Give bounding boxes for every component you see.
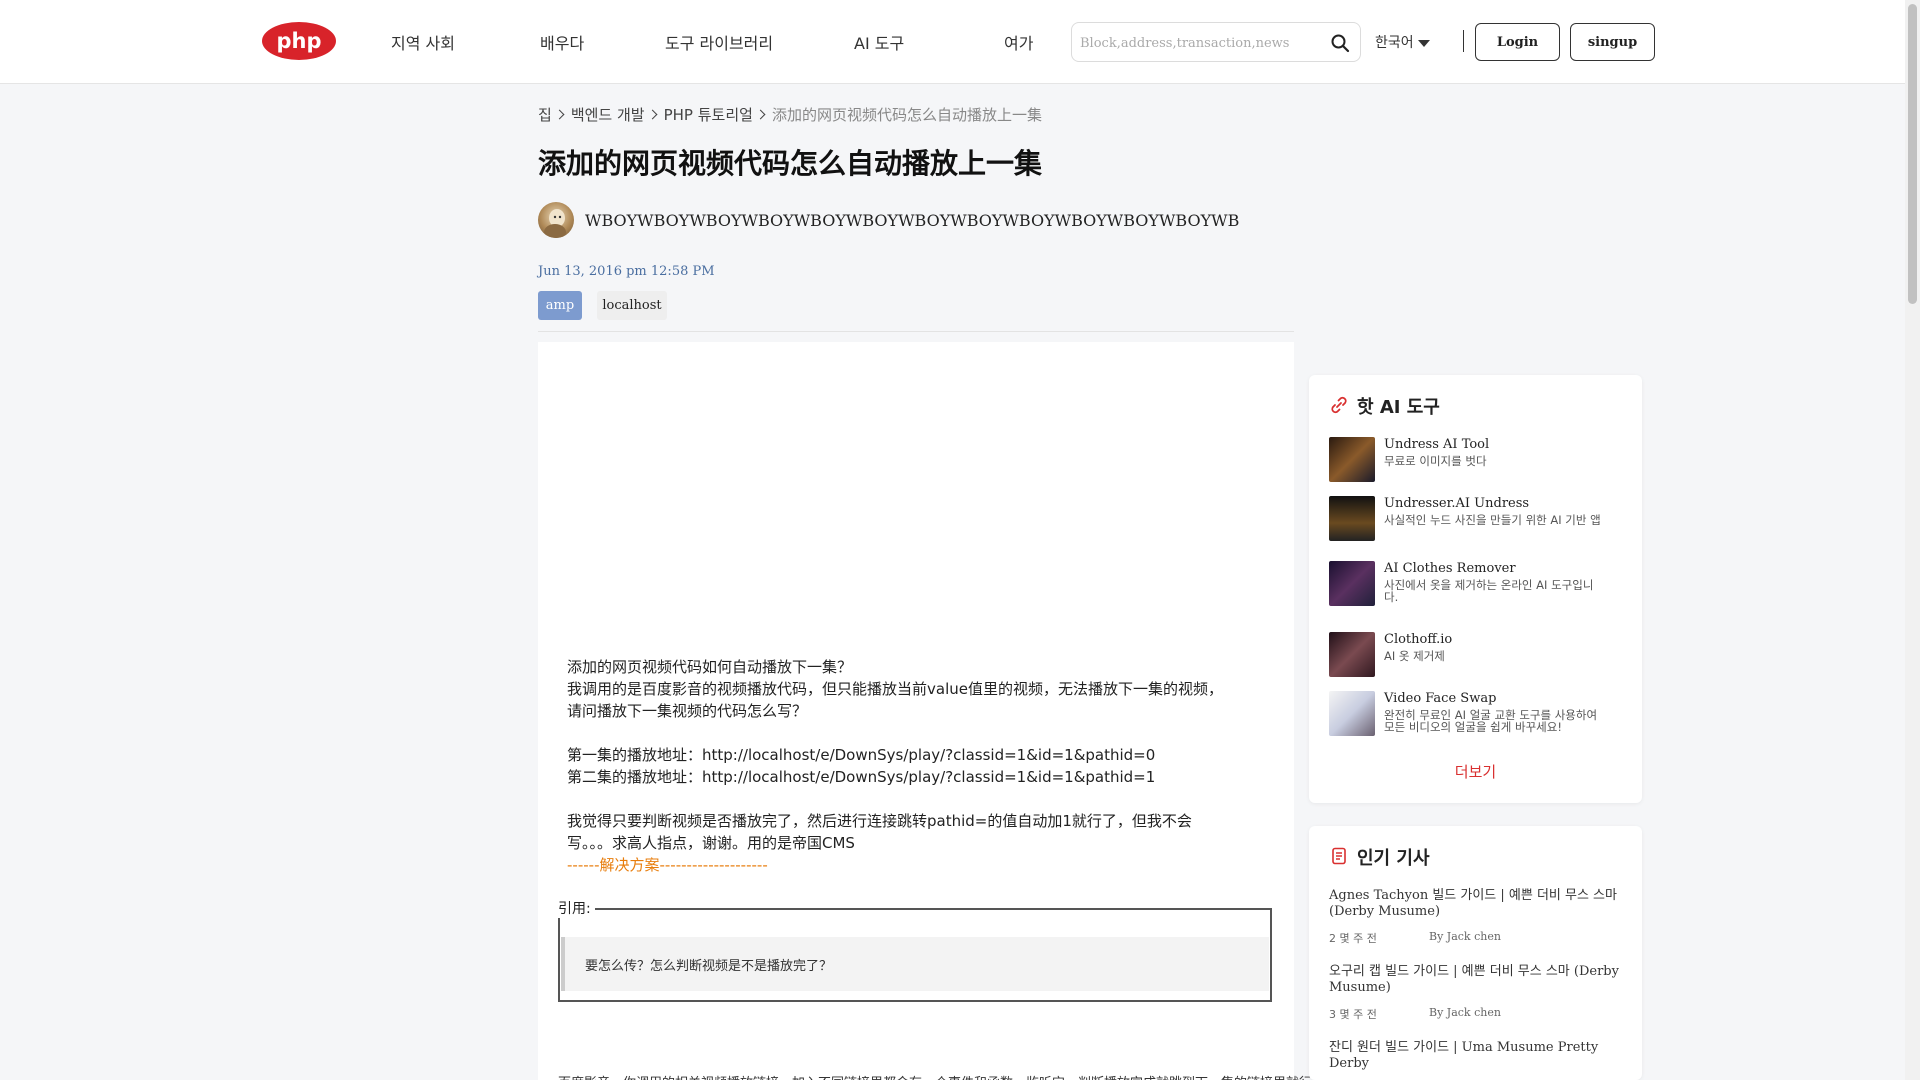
body-line: 我觉得只要判断视频是否播放完了，然后进行连接跳转pathid=的值自动加1就行了… (567, 812, 1192, 830)
tool-desc: AI 옷 제거제 (1384, 650, 1445, 662)
breadcrumb-current: 添加的网页视频代码怎么自动播放上一集 (771, 106, 1042, 124)
article-title: 오구리 캡 빌드 가이드 | 예쁜 더비 무스 스마 (Derby Musume… (1329, 964, 1619, 995)
author-avatar[interactable] (538, 202, 574, 238)
body-line: 写。。。求高人指点，谢谢。用的是帝国CMS (567, 834, 855, 852)
article-meta: 3 몇 주 전 By Jack chen (1329, 1006, 1624, 1022)
panel-title: 인기 기사 (1357, 848, 1430, 869)
tool-name: Undress AI Tool (1384, 437, 1490, 452)
body-line (567, 788, 1267, 810)
article-time: 2 몇 주 전 (1329, 932, 1377, 945)
search-icon[interactable] (1330, 33, 1350, 53)
nav-leisure[interactable]: 여가 (1004, 30, 1033, 54)
breadcrumb-backend[interactable]: 백엔드 개발 (571, 104, 645, 125)
nav-tool-library[interactable]: 도구 라이브러리 (665, 30, 773, 54)
tool-desc: 무료로 이미지를 벗다 (1384, 455, 1487, 467)
author-name[interactable]: WBOYWBOYWBOYWBOYWBOYWBOYWBOYWBOYWBOYWBOY… (585, 211, 1239, 230)
article-title: Agnes Tachyon 빌드 가이드 | 예쁜 더비 무스 스마 (Derb… (1329, 888, 1617, 919)
article-body: 添加的网页视频代码如何自动播放下一集？ 我调用的是百度影音的视频播放代码，但只能… (538, 342, 1325, 1080)
login-button[interactable]: Login (1475, 23, 1560, 61)
tag-localhost[interactable]: localhost (597, 291, 667, 320)
tool-item[interactable]: Undress AI Tool 무료로 이미지를 벗다 (1329, 437, 1624, 487)
tool-name: Undresser.AI Undress (1384, 496, 1530, 511)
link-icon (1331, 396, 1347, 414)
tool-item[interactable]: Video Face Swap 완전히 무료인 AI 얼굴 교환 도구를 사용하… (1329, 691, 1624, 741)
body-line: 第一集的播放地址：http://localhost/e/DownSys/play… (567, 746, 1156, 764)
tool-name: Clothoff.io (1384, 632, 1453, 647)
tool-thumbnail (1329, 632, 1375, 677)
nav-learn[interactable]: 배우다 (540, 30, 584, 54)
body-line: 第二集的播放地址：http://localhost/e/DownSys/play… (567, 768, 1156, 786)
article-author: By Jack chen (1429, 1006, 1501, 1019)
signup-button[interactable]: singup (1570, 23, 1655, 61)
publish-date: Jun 13, 2016 pm 12:58 PM (538, 264, 715, 279)
panel-title: 핫 AI 도구 (1357, 397, 1440, 418)
document-icon (1332, 847, 1346, 865)
body-line (567, 722, 1267, 744)
body-line: 添加的网页视频代码如何自动播放下一集？ (567, 658, 853, 676)
chevron-right-icon (554, 109, 565, 120)
page-title: 添加的网页视频代码怎么自动播放上一集 (538, 147, 1043, 180)
nav-community[interactable]: 지역 사회 (391, 30, 455, 54)
solution-divider: ------解决方案-------------------- (567, 856, 768, 874)
chevron-right-icon (647, 109, 658, 120)
logo-text: php (276, 29, 321, 53)
tool-desc: 사실적인 누드 사진을 만들기 위한 AI 기반 앱 (1384, 514, 1601, 526)
php-logo[interactable]: php (262, 22, 336, 60)
tool-thumbnail (1329, 437, 1375, 482)
popular-articles-panel: 인기 기사 Agnes Tachyon 빌드 가이드 | 예쁜 더비 무스 스마… (1309, 826, 1642, 1080)
tool-item[interactable]: Clothoff.io AI 옷 제거제 (1329, 632, 1624, 682)
quote-label: 引用: (558, 898, 595, 918)
avatar-image-icon (544, 209, 566, 238)
tool-name: AI Clothes Remover (1384, 561, 1516, 576)
chevron-down-icon (1417, 39, 1430, 47)
tool-desc: 완전히 무료인 AI 얼굴 교환 도구를 사용하여 모든 비디오의 얼굴을 쉽게… (1384, 709, 1598, 733)
quote-text: 要怎么传？怎么判断视频是不是播放完了？ (561, 937, 1269, 991)
language-selector[interactable]: 한국어 (1375, 32, 1430, 52)
more-link[interactable]: 더보기 (1309, 761, 1642, 782)
tool-thumbnail (1329, 496, 1375, 541)
hot-ai-tools-panel: 핫 AI 도구 Undress AI Tool 무료로 이미지를 벗다 Undr… (1309, 375, 1642, 803)
breadcrumb: 집 백엔드 개발 PHP 튜토리얼 添加的网页视频代码怎么自动播放上一集 (538, 104, 1042, 125)
tag-amp[interactable]: amp (538, 291, 582, 320)
article-title: 잔디 원더 빌드 가이드 | Uma Musume Pretty Derby (1329, 1040, 1599, 1071)
top-header: php 지역 사회 배우다 도구 라이브러리 AI 도구 여가 한국어 Logi… (0, 0, 1905, 84)
breadcrumb-home[interactable]: 집 (538, 104, 552, 125)
tool-thumbnail (1329, 561, 1375, 606)
article-text: 添加的网页视频代码如何自动播放下一集？ 我调用的是百度影音的视频播放代码，但只能… (567, 656, 1267, 876)
article-item[interactable]: Agnes Tachyon 빌드 가이드 | 예쁜 더비 무스 스마 (Derb… (1329, 888, 1624, 946)
scrollbar[interactable] (1905, 0, 1920, 1080)
article-meta: 2 몇 주 전 By Jack chen (1329, 930, 1624, 946)
divider (538, 331, 1294, 332)
scrollbar-thumb[interactable] (1908, 4, 1917, 304)
tool-thumbnail (1329, 691, 1375, 736)
nav-ai-tools[interactable]: AI 도구 (854, 30, 904, 54)
tool-name: Video Face Swap (1384, 691, 1497, 706)
search-box (1071, 22, 1361, 62)
article-time: 3 몇 주 전 (1329, 1008, 1377, 1021)
body-line: 我调用的是百度影音的视频播放代码，但只能播放当前value值里的视频，无法播放下… (567, 680, 1223, 698)
answer-text: 百度影音，你调用的相关视频播放链接，加入不同链接里都会有一个事件和函数，监听它，… (558, 1072, 1325, 1080)
tool-desc: 사진에서 옷을 제거하는 온라인 AI 도구입니다. (1384, 579, 1594, 603)
body-line: 请问播放下一集视频的代码怎么写？ (567, 702, 808, 720)
article-item[interactable]: 오구리 캡 빌드 가이드 | 예쁜 더비 무스 스마 (Derby Musume… (1329, 964, 1624, 1022)
language-label: 한국어 (1375, 35, 1414, 51)
article-item[interactable]: 잔디 원더 빌드 가이드 | Uma Musume Pretty Derby (1329, 1040, 1624, 1072)
search-input[interactable] (1080, 32, 1320, 54)
chevron-right-icon (755, 109, 766, 120)
article-author: By Jack chen (1429, 930, 1501, 943)
breadcrumb-php-tutorial[interactable]: PHP 튜토리얼 (664, 104, 753, 125)
tool-item[interactable]: AI Clothes Remover 사진에서 옷을 제거하는 온라인 AI 도… (1329, 561, 1624, 611)
tool-item[interactable]: Undresser.AI Undress 사실적인 누드 사진을 만들기 위한 … (1329, 496, 1624, 546)
header-divider (1463, 30, 1464, 52)
